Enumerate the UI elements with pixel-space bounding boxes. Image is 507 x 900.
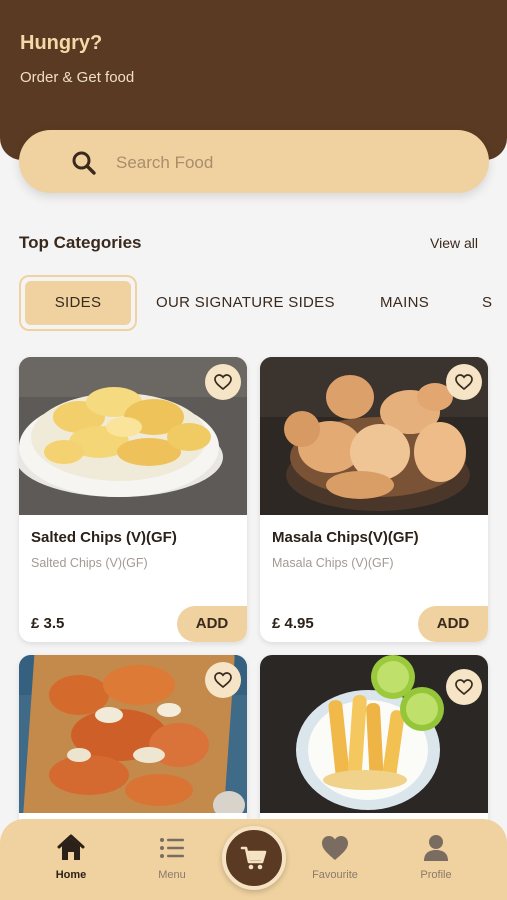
tab-our-signature-sides[interactable]: OUR SIGNATURE SIDES [156, 275, 335, 331]
product-description: Masala Chips (V)(GF) [272, 556, 394, 570]
nav-profile[interactable]: Profile [396, 819, 476, 900]
heart-icon [322, 836, 348, 860]
search-input[interactable]: Search Food [116, 153, 213, 173]
category-tabs: SIDES OUR SIGNATURE SIDES MAINS S [0, 275, 507, 331]
tab-label: SIDES [25, 281, 131, 325]
tab-mains[interactable]: MAINS [380, 275, 429, 331]
nav-home-label: Home [55, 869, 87, 881]
nav-menu-label: Menu [158, 869, 186, 881]
tab-next[interactable]: S [482, 275, 492, 331]
nav-favourite-label: Favourite [312, 869, 358, 881]
header-subtitle: Order & Get food [20, 69, 135, 86]
add-button[interactable]: ADD [177, 606, 247, 642]
nav-home[interactable]: Home [31, 819, 111, 900]
product-name: Masala Chips(V)(GF) [272, 529, 419, 546]
nav-favourite[interactable]: Favourite [295, 819, 375, 900]
menu-icon [160, 838, 184, 858]
header-title: Hungry? [20, 32, 103, 54]
search-icon [72, 151, 96, 175]
product-card[interactable]: Salted Chips (V)(GF) Salted Chips (V)(GF… [19, 357, 247, 642]
home-icon [57, 834, 85, 860]
tab-sides[interactable]: SIDES [19, 275, 137, 331]
heart-outline-icon [455, 374, 473, 390]
product-price: £ 3.5 [31, 615, 65, 632]
favourite-button[interactable] [446, 669, 482, 705]
section-title: Top Categories [19, 233, 142, 252]
product-name: Salted Chips (V)(GF) [31, 529, 177, 546]
favourite-button[interactable] [205, 364, 241, 400]
favourite-button[interactable] [205, 662, 241, 698]
product-description: Salted Chips (V)(GF) [31, 556, 148, 570]
cart-icon [240, 846, 267, 870]
cart-button[interactable] [222, 826, 286, 890]
search-bar[interactable]: Search Food [19, 130, 489, 193]
heart-outline-icon [214, 672, 232, 688]
view-all-link[interactable]: View all [430, 235, 478, 251]
profile-icon [424, 835, 448, 861]
favourite-button[interactable] [446, 364, 482, 400]
product-price: £ 4.95 [272, 615, 314, 632]
heart-outline-icon [455, 679, 473, 695]
product-card[interactable]: Masala Chips(V)(GF) Masala Chips (V)(GF)… [260, 357, 488, 642]
add-button[interactable]: ADD [418, 606, 488, 642]
heart-outline-icon [214, 374, 232, 390]
nav-profile-label: Profile [420, 869, 452, 881]
nav-menu[interactable]: Menu [132, 819, 212, 900]
